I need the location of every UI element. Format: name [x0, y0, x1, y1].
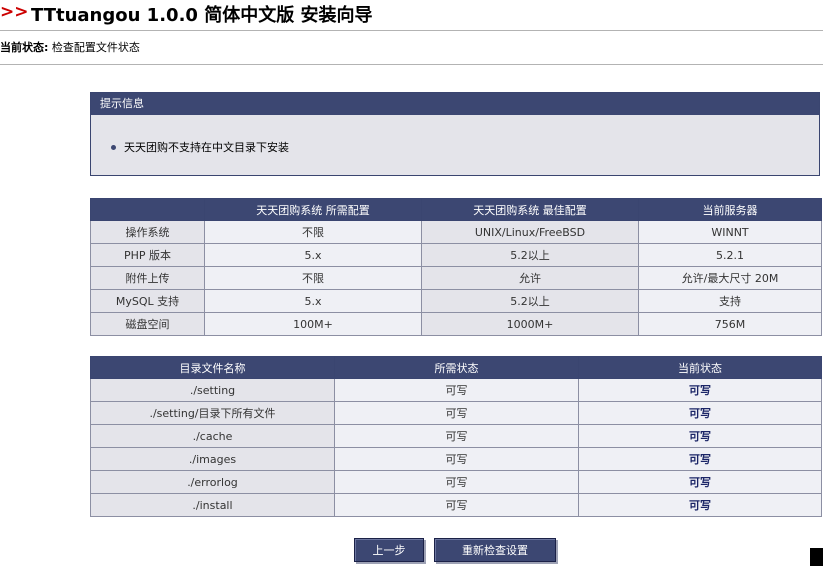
dir-header-name: 目录文件名称: [90, 356, 335, 379]
status-label: 当前状态:: [0, 41, 49, 54]
dir-path: ./setting/目录下所有文件: [90, 401, 335, 425]
current-status: 当前状态: 检查配置文件状态: [0, 39, 140, 55]
env-item-label: MySQL 支持: [90, 289, 205, 313]
dir-path: ./setting: [90, 378, 335, 402]
env-current-value: 允许/最大尺寸 20M: [638, 266, 822, 290]
table-row: ./setting 可写 可写: [90, 378, 822, 402]
install-wizard-page: >> TTtuangou 1.0.0 简体中文版 安装向导 当前状态: 检查配置…: [0, 0, 823, 573]
notice-title: 提示信息: [91, 93, 819, 115]
corner-marker-icon: [810, 548, 823, 566]
dir-required-status: 可写: [334, 447, 579, 471]
env-current-value: 支持: [638, 289, 822, 313]
env-required-value: 5.x: [204, 289, 422, 313]
status-value: 检查配置文件状态: [51, 41, 140, 54]
dir-path: ./errorlog: [90, 470, 335, 494]
directory-table-header: 目录文件名称 所需状态 当前状态: [90, 356, 822, 379]
directory-permission-table: 目录文件名称 所需状态 当前状态 ./setting 可写 可写 ./setti…: [90, 356, 822, 517]
env-item-label: 磁盘空间: [90, 312, 205, 336]
dir-current-status: 可写: [578, 401, 822, 425]
recheck-settings-button[interactable]: 重新检查设置: [434, 538, 556, 562]
table-row: 操作系统 不限 UNIX/Linux/FreeBSD WINNT: [90, 220, 822, 244]
title-bar: >> TTtuangou 1.0.0 简体中文版 安装向导: [0, 0, 823, 31]
dir-current-status: 可写: [578, 424, 822, 448]
env-item-label: 操作系统: [90, 220, 205, 244]
environment-table: 天天团购系统 所需配置 天天团购系统 最佳配置 当前服务器 操作系统 不限 UN…: [90, 198, 822, 336]
dir-current-status: 可写: [578, 470, 822, 494]
dir-header-required: 所需状态: [334, 356, 579, 379]
table-row: 附件上传 不限 允许 允许/最大尺寸 20M: [90, 266, 822, 290]
dir-current-status: 可写: [578, 447, 822, 471]
page-title: TTtuangou 1.0.0 简体中文版 安装向导: [31, 5, 373, 26]
dir-path: ./cache: [90, 424, 335, 448]
env-required-value: 不限: [204, 220, 422, 244]
table-row: ./install 可写 可写: [90, 493, 822, 517]
bullet-icon: [111, 144, 116, 150]
env-current-value: 5.2.1: [638, 243, 822, 267]
table-row: ./setting/目录下所有文件 可写 可写: [90, 401, 822, 425]
dir-path: ./install: [90, 493, 335, 517]
dir-required-status: 可写: [334, 424, 579, 448]
env-required-value: 不限: [204, 266, 422, 290]
env-best-value: UNIX/Linux/FreeBSD: [421, 220, 639, 244]
dir-required-status: 可写: [334, 470, 579, 494]
title-arrows: >>: [0, 2, 29, 22]
dir-current-status: 可写: [578, 493, 822, 517]
env-header-required: 天天团购系统 所需配置: [204, 198, 422, 221]
notice-message: 天天团购不支持在中文目录下安装: [124, 141, 289, 154]
env-required-value: 5.x: [204, 243, 422, 267]
status-bar: 当前状态: 检查配置文件状态: [0, 31, 823, 65]
previous-step-button[interactable]: 上一步: [354, 538, 424, 562]
env-header-best: 天天团购系统 最佳配置: [421, 198, 639, 221]
dir-required-status: 可写: [334, 378, 579, 402]
dir-required-status: 可写: [334, 401, 579, 425]
table-row: ./cache 可写 可写: [90, 424, 822, 448]
notice-box: 提示信息 天天团购不支持在中文目录下安装: [90, 92, 820, 176]
dir-header-current: 当前状态: [578, 356, 822, 379]
dir-current-status: 可写: [578, 378, 822, 402]
env-current-value: WINNT: [638, 220, 822, 244]
dir-required-status: 可写: [334, 493, 579, 517]
env-best-value: 1000M+: [421, 312, 639, 336]
env-item-label: PHP 版本: [90, 243, 205, 267]
env-item-label: 附件上传: [90, 266, 205, 290]
table-row: 磁盘空间 100M+ 1000M+ 756M: [90, 312, 822, 336]
env-current-value: 756M: [638, 312, 822, 336]
environment-table-header: 天天团购系统 所需配置 天天团购系统 最佳配置 当前服务器: [90, 198, 822, 221]
env-best-value: 允许: [421, 266, 639, 290]
env-best-value: 5.2以上: [421, 289, 639, 313]
table-row: PHP 版本 5.x 5.2以上 5.2.1: [90, 243, 822, 267]
table-row: MySQL 支持 5.x 5.2以上 支持: [90, 289, 822, 313]
table-row: ./images 可写 可写: [90, 447, 822, 471]
env-best-value: 5.2以上: [421, 243, 639, 267]
env-header-current: 当前服务器: [638, 198, 822, 221]
notice-message-item: 天天团购不支持在中文目录下安装: [111, 139, 289, 155]
table-row: ./errorlog 可写 可写: [90, 470, 822, 494]
dir-path: ./images: [90, 447, 335, 471]
env-required-value: 100M+: [204, 312, 422, 336]
env-header-item: [90, 198, 205, 221]
